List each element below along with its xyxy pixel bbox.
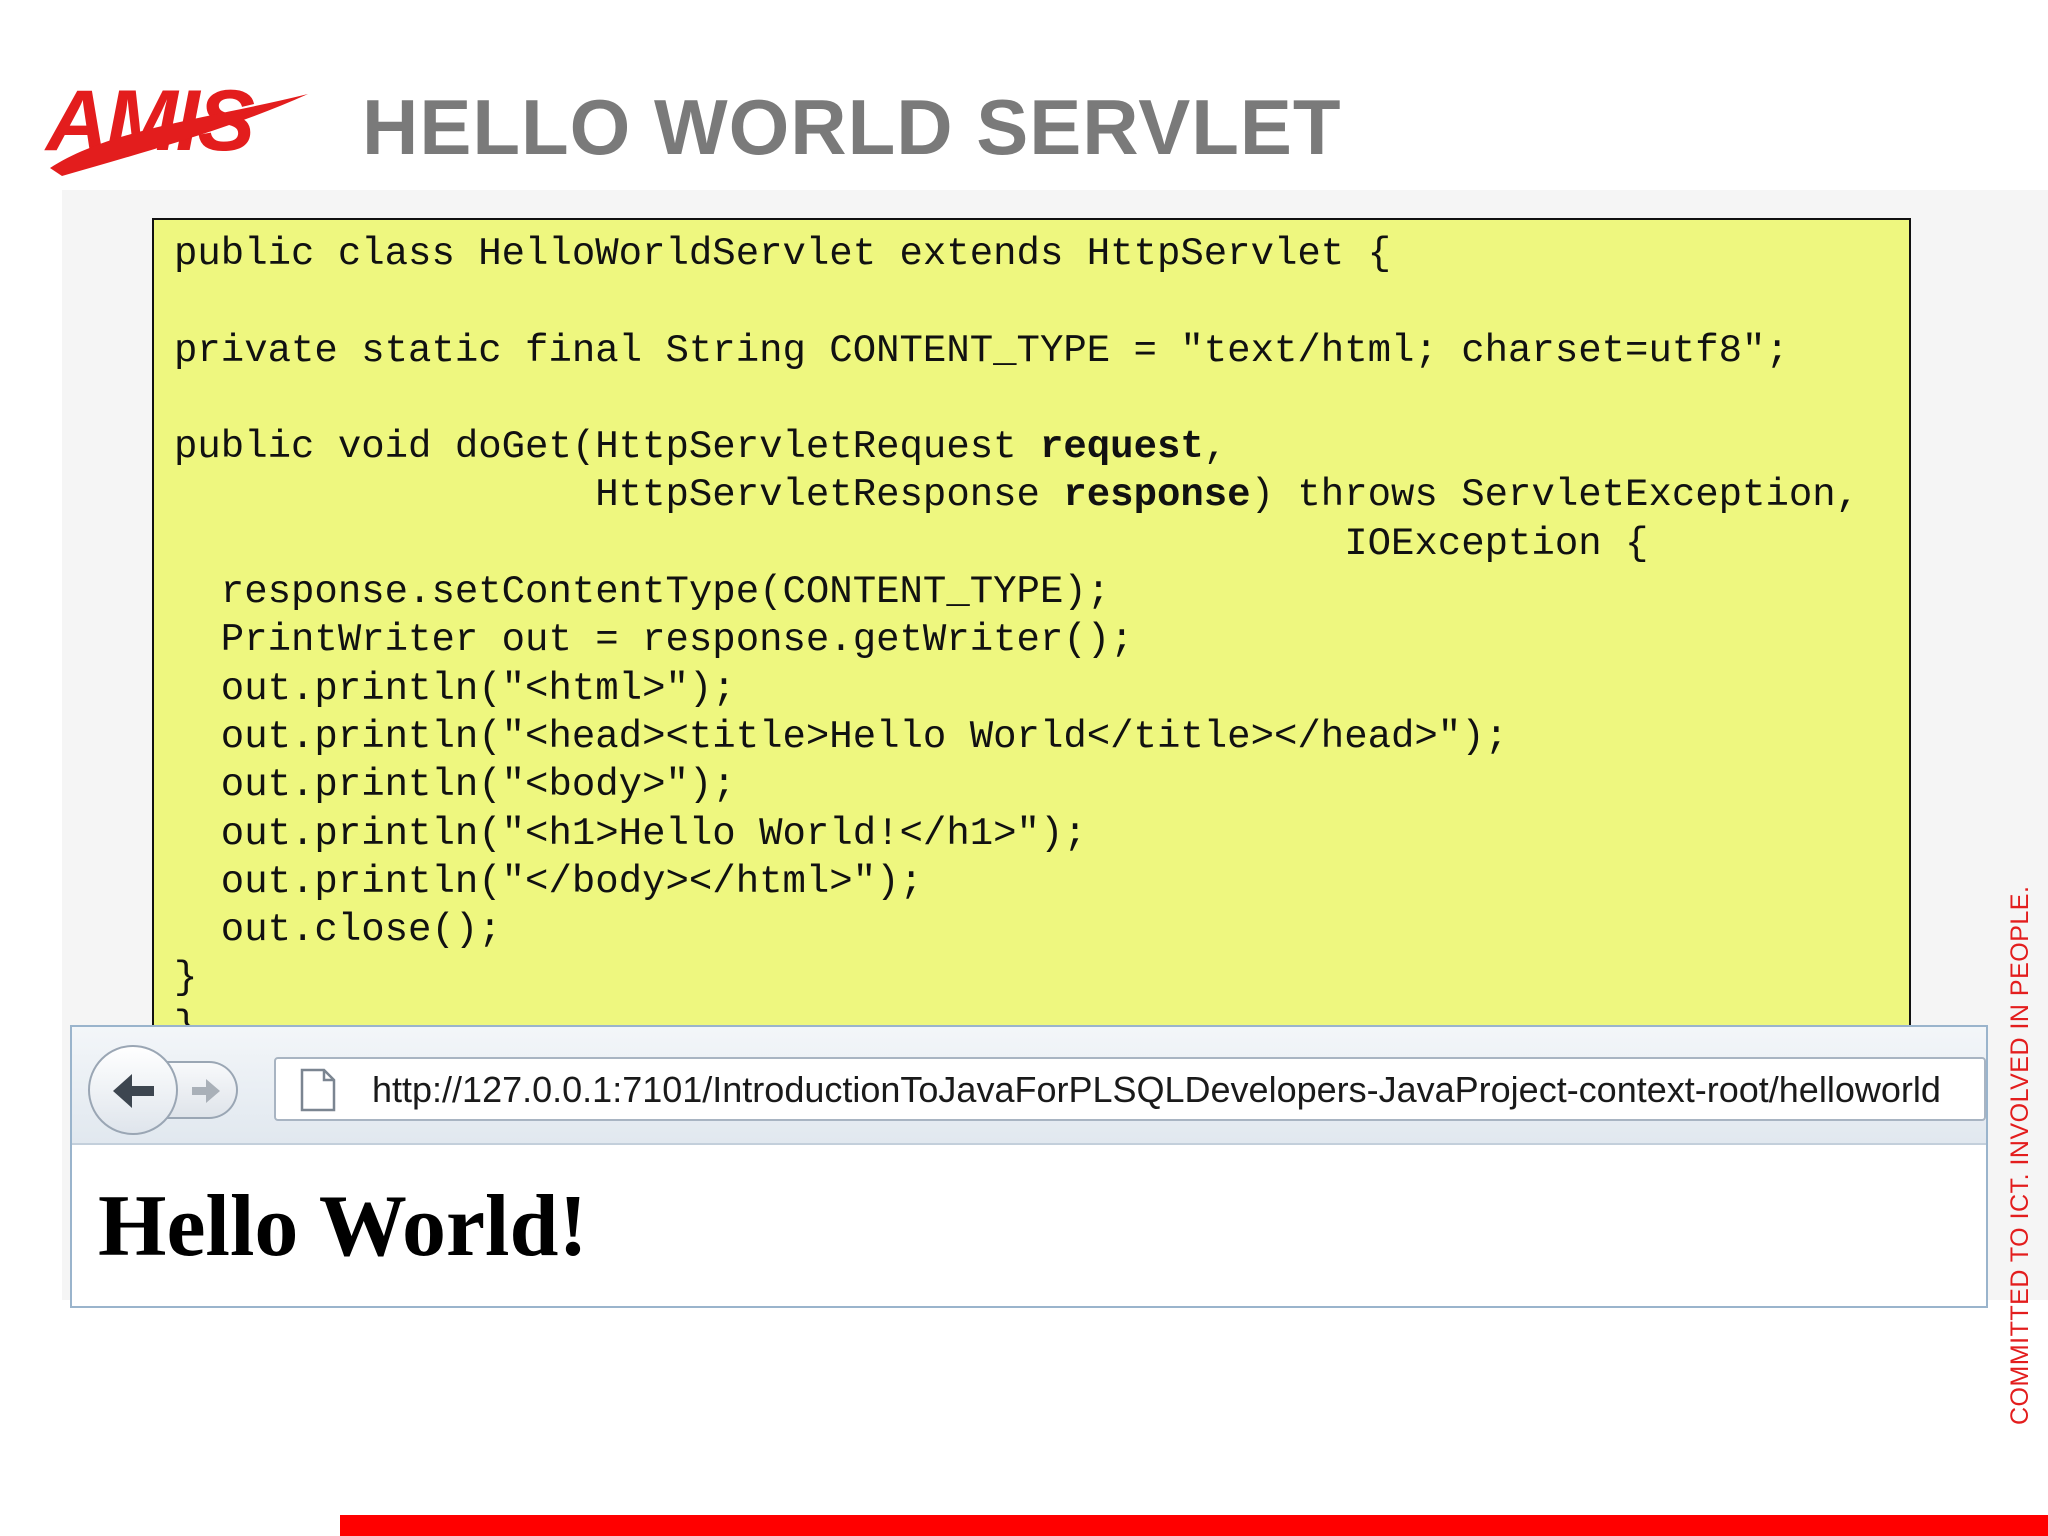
code-line: response.setContentType(CONTENT_TYPE);	[174, 570, 1111, 615]
url-text[interactable]: http://127.0.0.1:7101/IntroductionToJava…	[372, 1067, 1941, 1113]
page-icon	[300, 1068, 336, 1112]
code-line: out.println("<html>");	[174, 666, 736, 711]
code-line: public void doGet(HttpServletRequest	[174, 425, 1040, 470]
amis-logo: AMIS	[44, 73, 308, 176]
tagline: COMMITTED TO ICT. INVOLVED IN PEOPLE.	[2006, 885, 2034, 1425]
code-text: public class HelloWorldServlet extends H…	[174, 230, 1859, 1026]
forward-arrow-icon	[192, 1079, 220, 1103]
code-line: out.close();	[174, 908, 502, 953]
code-line: PrintWriter out = response.getWriter();	[174, 618, 1134, 663]
code-block: public class HelloWorldServlet extends H…	[152, 218, 1911, 1028]
code-line: public class HelloWorldServlet extends H…	[174, 232, 1391, 276]
code-line: out.println("<head><title>Hello World</t…	[174, 714, 1509, 759]
slide-title: HELLO WORLD SERVLET	[362, 83, 1342, 171]
address-bar[interactable]: http://127.0.0.1:7101/IntroductionToJava…	[274, 1057, 1986, 1121]
browser-toolbar: http://127.0.0.1:7101/IntroductionToJava…	[72, 1027, 1986, 1145]
code-bold-param: response	[1063, 473, 1251, 518]
back-arrow-icon	[113, 1074, 154, 1108]
back-button[interactable]	[88, 1045, 178, 1135]
browser-window: http://127.0.0.1:7101/IntroductionToJava…	[70, 1025, 1988, 1308]
footer-bar	[340, 1515, 2048, 1536]
code-bold-param: request	[1039, 425, 1204, 470]
page-heading: Hello World!	[98, 1178, 588, 1275]
code-line: private static final String CONTENT_TYPE…	[174, 328, 1789, 373]
code-line: out.println("<h1>Hello World!</h1>");	[174, 811, 1087, 856]
code-line: }	[174, 956, 198, 1001]
code-line: out.println("</body></html>");	[174, 859, 923, 904]
code-line: HttpServletResponse	[174, 473, 1064, 518]
code-line: IOException {	[174, 521, 1649, 566]
code-line: out.println("<body>");	[174, 763, 736, 808]
